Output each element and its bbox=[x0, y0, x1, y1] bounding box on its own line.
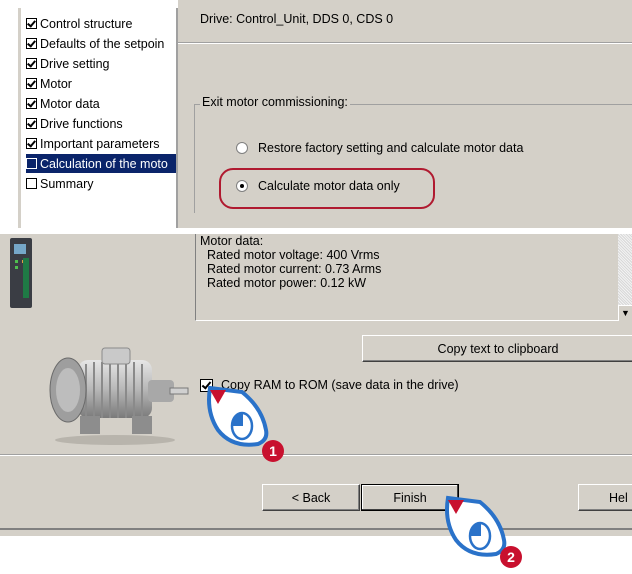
highlight-oval bbox=[219, 168, 435, 209]
motor-illustration bbox=[49, 347, 189, 445]
radio-restore-factory[interactable]: Restore factory setting and calculate mo… bbox=[236, 141, 523, 155]
checkbox-icon[interactable] bbox=[26, 178, 37, 189]
commissioning-step-tree: Control structure Defaults of the setpoi… bbox=[24, 8, 194, 228]
tree-item-calculation-of-motor[interactable]: Calculation of the moto bbox=[26, 154, 194, 173]
motor-data-textbox[interactable]: Motor data: Rated motor voltage: 400 Vrm… bbox=[195, 234, 619, 321]
tree-item-control-structure[interactable]: Control structure bbox=[26, 14, 194, 33]
step-badge-2: 2 bbox=[500, 546, 522, 568]
back-button[interactable]: < Back bbox=[262, 484, 360, 511]
exit-group-legend: Exit motor commissioning: bbox=[200, 95, 350, 109]
tree-item-drive-functions[interactable]: Drive functions bbox=[26, 114, 194, 133]
checkbox-icon[interactable] bbox=[26, 38, 37, 49]
checkbox-icon[interactable] bbox=[26, 98, 37, 109]
checkbox-icon[interactable] bbox=[26, 138, 37, 149]
drive-device-image bbox=[10, 238, 32, 308]
checkbox-icon[interactable] bbox=[26, 118, 37, 129]
help-button[interactable]: Hel bbox=[578, 484, 632, 511]
tree-item-summary[interactable]: Summary bbox=[26, 174, 194, 193]
tree-item-drive-setting[interactable]: Drive setting bbox=[26, 54, 194, 73]
checkbox-icon[interactable] bbox=[26, 18, 37, 29]
scroll-down-icon[interactable]: ▼ bbox=[618, 305, 632, 320]
checkbox-icon[interactable] bbox=[26, 78, 37, 89]
tree-item-important-parameters[interactable]: Important parameters bbox=[26, 134, 194, 153]
checkbox-icon[interactable] bbox=[26, 158, 37, 169]
copy-text-to-clipboard-button[interactable]: Copy text to clipboard bbox=[362, 335, 632, 362]
step-badge-1: 1 bbox=[262, 440, 284, 462]
tree-item-motor-data[interactable]: Motor data bbox=[26, 94, 194, 113]
tree-item-motor[interactable]: Motor bbox=[26, 74, 194, 93]
drive-header: Drive: Control_Unit, DDS 0, CDS 0 bbox=[200, 12, 394, 26]
checkbox-icon[interactable] bbox=[26, 58, 37, 69]
tree-item-setpoint-defaults[interactable]: Defaults of the setpoin bbox=[26, 34, 194, 53]
mouse-click-icon bbox=[207, 385, 269, 447]
mouse-click-icon bbox=[445, 495, 507, 557]
radio-button-icon[interactable] bbox=[236, 142, 248, 154]
